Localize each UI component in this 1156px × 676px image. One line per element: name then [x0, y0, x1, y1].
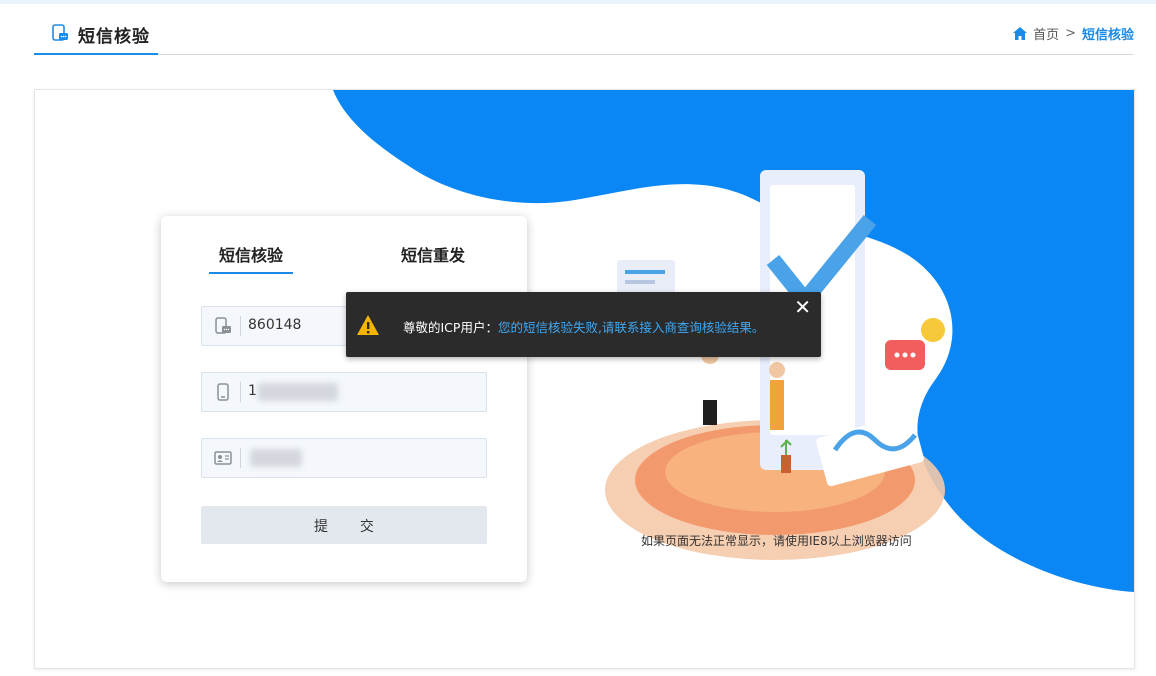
verify-code-value: 860148	[248, 317, 302, 333]
page-header: 短信核验 首页 > 短信核验	[34, 14, 1134, 55]
page-title-tab: 短信核验	[34, 14, 158, 55]
field-divider	[240, 382, 241, 402]
error-alert: 尊敬的ICP用户：您的短信核验失败,请联系接入商查询核验结果。 ✕	[346, 292, 821, 357]
warning-icon	[357, 315, 379, 335]
submit-button[interactable]: 提 交	[201, 506, 487, 544]
id-field[interactable]	[201, 438, 487, 478]
alert-message: 您的短信核验失败,请联系接入商查询核验结果。	[497, 320, 765, 335]
verification-illustration	[605, 170, 945, 560]
top-strip	[0, 0, 1156, 4]
close-icon[interactable]: ✕	[794, 295, 811, 319]
field-divider	[240, 316, 241, 336]
main-panel: 如果页面无法正常显示，请使用IE8以上浏览器访问 短信核验 短信重发 86014…	[34, 89, 1135, 669]
sms-phone-icon	[52, 24, 68, 41]
sms-verify-form: 短信核验 短信重发 860148 1 提 交	[161, 216, 527, 582]
tab-sms-verify[interactable]: 短信核验	[209, 242, 293, 274]
redacted-phone	[258, 383, 338, 401]
breadcrumb-current: 短信核验	[1081, 28, 1134, 43]
field-divider	[240, 448, 241, 468]
alert-label: 尊敬的ICP用户：	[403, 320, 498, 335]
breadcrumb-home[interactable]: 首页	[1033, 24, 1059, 43]
redacted-id	[250, 449, 302, 467]
alert-text: 尊敬的ICP用户：您的短信核验失败,请联系接入商查询核验结果。	[403, 317, 764, 336]
sms-phone-icon	[215, 317, 231, 334]
home-icon	[1013, 27, 1028, 40]
breadcrumb-separator: >	[1065, 26, 1076, 41]
mobile-phone-icon	[217, 383, 229, 401]
breadcrumb: 首页 > 短信核验	[1013, 24, 1134, 43]
page-title: 短信核验	[78, 27, 150, 47]
phone-field[interactable]: 1	[201, 372, 487, 412]
browser-hint: 如果页面无法正常显示，请使用IE8以上浏览器访问	[641, 534, 912, 548]
id-card-icon	[214, 451, 232, 465]
tab-sms-resend[interactable]: 短信重发	[401, 242, 465, 272]
phone-value: 1	[248, 383, 257, 399]
